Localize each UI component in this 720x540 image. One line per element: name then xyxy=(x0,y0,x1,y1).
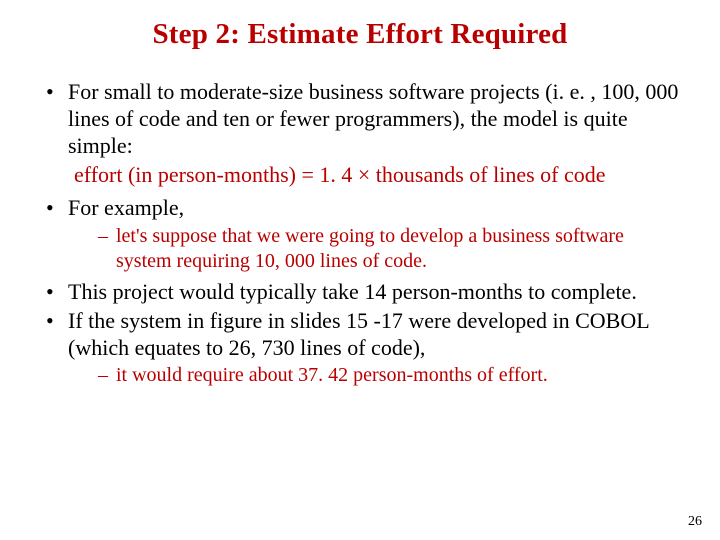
bullet-list: For small to moderate-size business soft… xyxy=(30,79,690,388)
sub-bullet-list: it would require about 37. 42 person-mon… xyxy=(68,363,680,387)
slide: Step 2: Estimate Effort Required For sma… xyxy=(0,0,720,540)
slide-title: Step 2: Estimate Effort Required xyxy=(30,18,690,51)
sub-bullet-text: let's suppose that we were going to deve… xyxy=(116,225,624,271)
bullet-item: For example, let's suppose that we were … xyxy=(40,195,680,273)
bullet-text: For small to moderate-size business soft… xyxy=(68,79,678,158)
page-number: 26 xyxy=(688,514,702,530)
sub-bullet-item: it would require about 37. 42 person-mon… xyxy=(98,363,680,387)
sub-bullet-list: let's suppose that we were going to deve… xyxy=(68,224,680,273)
sub-bullet-item: let's suppose that we were going to deve… xyxy=(98,224,680,273)
formula-text: effort (in person-months) = 1. 4 × thous… xyxy=(74,162,680,189)
bullet-text: This project would typically take 14 per… xyxy=(68,279,637,304)
sub-bullet-text: it would require about 37. 42 person-mon… xyxy=(116,364,548,386)
bullet-text: If the system in figure in slides 15 -17… xyxy=(68,308,649,360)
bullet-item: If the system in figure in slides 15 -17… xyxy=(40,308,680,388)
bullet-item: This project would typically take 14 per… xyxy=(40,279,680,306)
bullet-item: For small to moderate-size business soft… xyxy=(40,79,680,159)
bullet-text: For example, xyxy=(68,195,184,220)
